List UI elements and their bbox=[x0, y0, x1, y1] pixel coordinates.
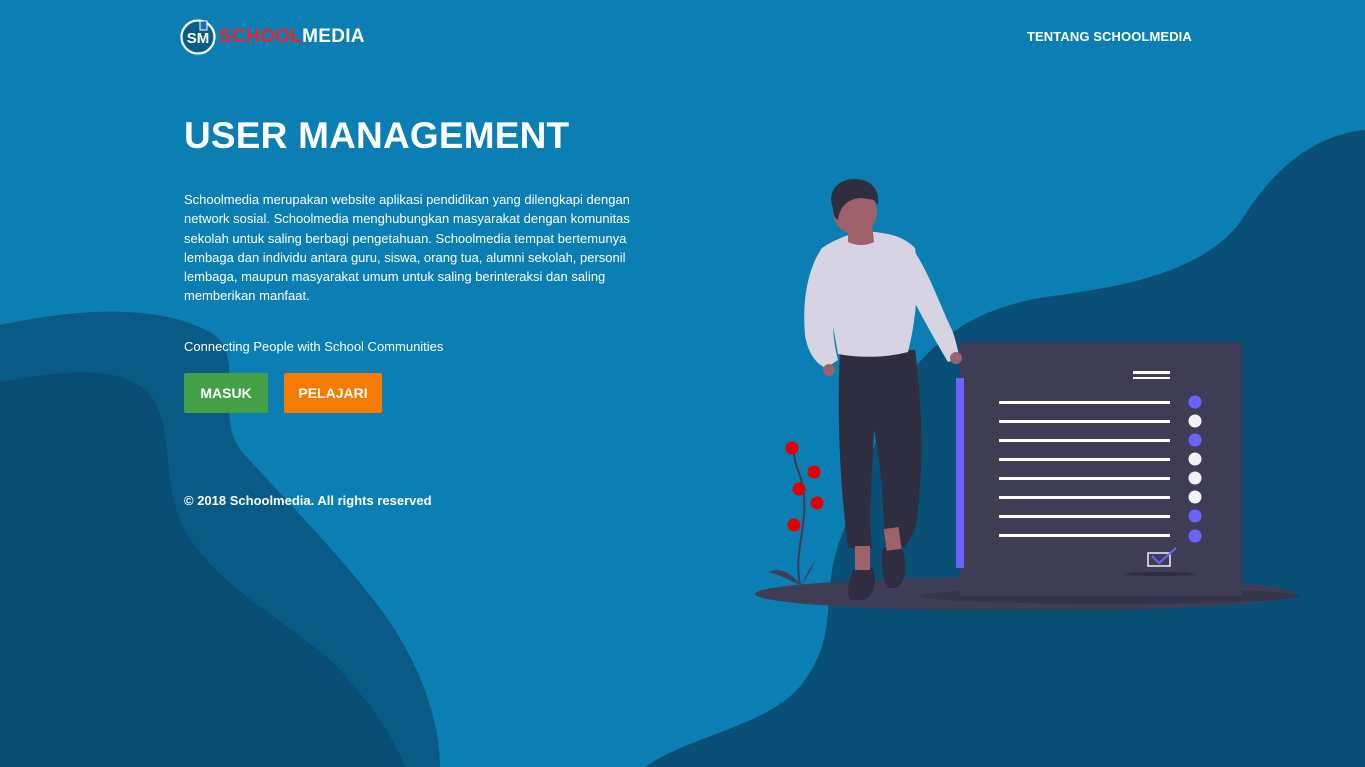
learn-more-button[interactable]: PELAJARI bbox=[284, 373, 382, 413]
red-flower-plant bbox=[768, 441, 824, 586]
login-button[interactable]: MASUK bbox=[184, 373, 268, 413]
brand-name-school: SCHOOL bbox=[219, 26, 303, 47]
brand-name-media: MEDIA bbox=[302, 26, 365, 47]
brand-name: SCHOOLMEDIA bbox=[219, 26, 365, 48]
hero-description: Schoolmedia merupakan website aplikasi p… bbox=[184, 192, 630, 304]
hero-illustration bbox=[755, 178, 1300, 610]
schoolmedia-logo-icon: SM bbox=[180, 19, 216, 55]
footer-copyright: © 2018 Schoolmedia. All rights reserved bbox=[184, 493, 432, 508]
page-title: USER MANAGEMENT bbox=[184, 115, 570, 156]
hero-tagline: Connecting People with School Communitie… bbox=[184, 339, 444, 354]
logo-initials: SM bbox=[187, 30, 210, 47]
nav-about-link[interactable]: TENTANG SCHOOLMEDIA bbox=[1027, 29, 1192, 44]
brand-logo[interactable]: SM SCHOOLMEDIA bbox=[180, 19, 365, 55]
checklist-document bbox=[956, 342, 1242, 596]
header: SM SCHOOLMEDIA TENTANG SCHOOLMEDIA bbox=[0, 0, 1365, 72]
standing-person bbox=[804, 178, 962, 600]
